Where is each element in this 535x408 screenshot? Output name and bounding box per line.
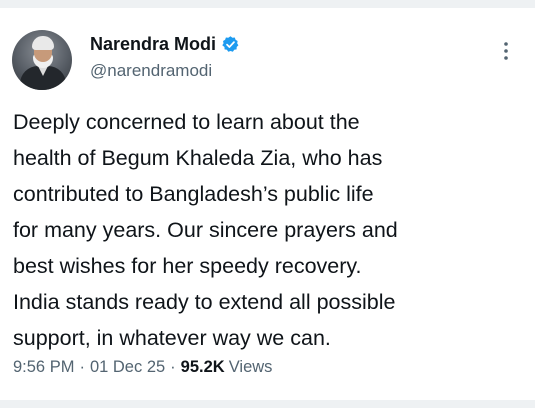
meta-separator: · xyxy=(79,358,85,376)
tweet-text-line: support, in whatever way we can. xyxy=(13,326,331,350)
tweet-date[interactable]: 01 Dec 25 xyxy=(90,358,165,377)
author-avatar[interactable] xyxy=(12,30,72,90)
tweet-text: Deeply concerned to learn about the heal… xyxy=(13,104,528,356)
tweet-meta: 9:56 PM · 01 Dec 25 · 95.2K Views xyxy=(13,358,272,377)
tweet-text-line: India stands ready to extend all possibl… xyxy=(13,290,396,314)
tweet-text-line: health of Begum Khaleda Zia, who has xyxy=(13,146,383,170)
author-handle[interactable]: @narendramodi xyxy=(90,61,212,81)
top-divider xyxy=(0,0,535,8)
tweet-text-line: Deeply concerned to learn about the xyxy=(13,110,360,134)
avatar-hair-shape xyxy=(32,36,54,50)
tweet-time[interactable]: 9:56 PM xyxy=(13,358,74,377)
author-display-name[interactable]: Narendra Modi xyxy=(90,34,216,55)
meta-separator: · xyxy=(170,358,176,376)
tweet-text-line: contributed to Bangladesh’s public life xyxy=(13,182,374,206)
author-name-row: Narendra Modi xyxy=(90,32,240,56)
more-options-icon[interactable] xyxy=(498,40,514,62)
tweet-text-line: for many years. Our sincere prayers and xyxy=(13,218,398,242)
views-count[interactable]: 95.2K xyxy=(181,358,225,377)
verified-badge-icon xyxy=(222,35,239,52)
bottom-divider xyxy=(0,400,535,408)
tweet-text-line: best wishes for her speedy recovery. xyxy=(13,254,362,278)
views-label: Views xyxy=(228,358,273,376)
